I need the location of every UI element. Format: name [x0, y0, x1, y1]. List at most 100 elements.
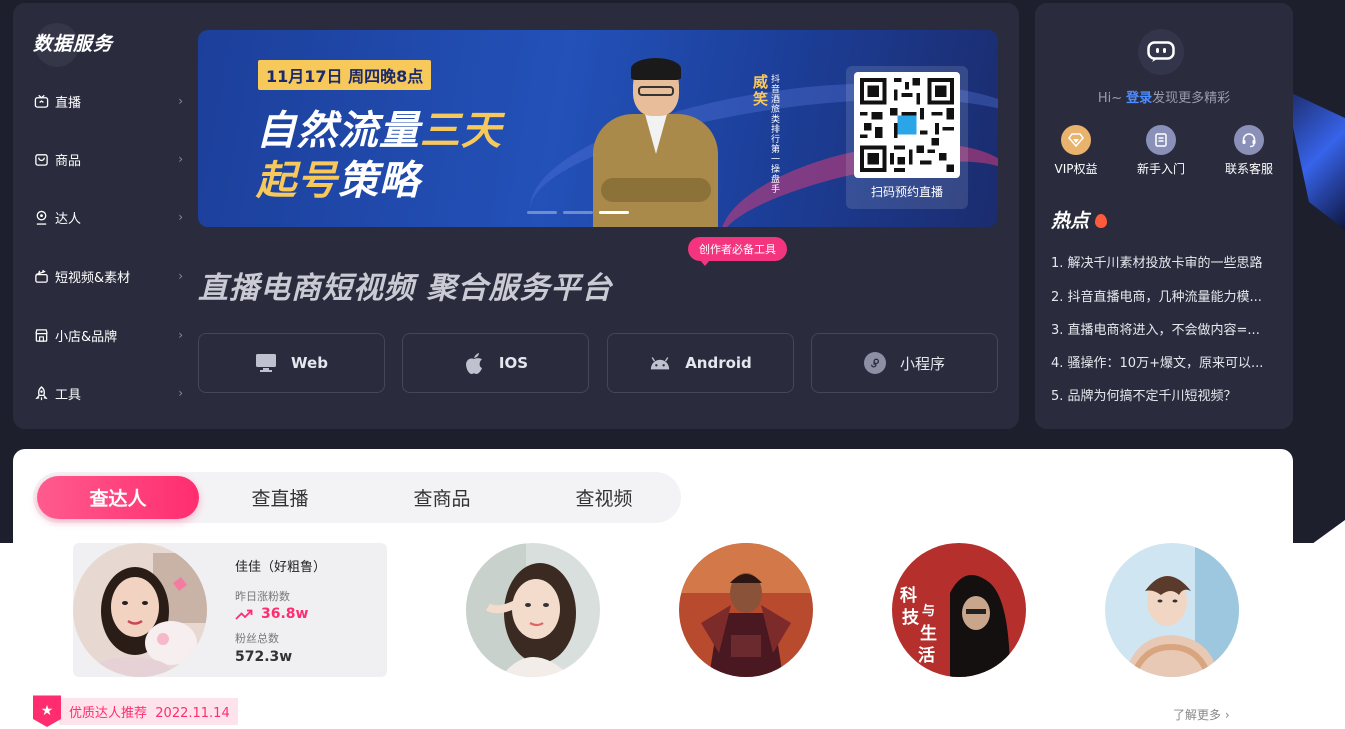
tab-products[interactable]: 查商品	[361, 476, 523, 519]
quick-link-label: VIP权益	[1054, 162, 1098, 176]
login-prompt: Hi~ 登录发现更多精彩	[1035, 87, 1293, 106]
sidebar-item-label: 商品	[55, 153, 82, 169]
speaker-photo	[593, 58, 718, 227]
influencer-avatar[interactable]: 科技与生活	[892, 543, 1026, 677]
speaker-role: 抖音酒旅类排行第一操盘手	[769, 74, 779, 194]
svg-text:与: 与	[922, 604, 935, 619]
user-panel: Hi~ 登录发现更多精彩 VIP权益 新手入门 联系客服 热点 1. 解决千川素材…	[1035, 3, 1293, 429]
hot-topics-title: 热点	[1051, 206, 1108, 233]
influencer-avatar[interactable]	[466, 543, 600, 677]
login-link[interactable]: 登录	[1126, 91, 1152, 106]
chevron-right-icon: ›	[178, 386, 183, 400]
qr-code-icon	[854, 72, 960, 178]
flame-icon	[1095, 214, 1108, 228]
background-decoration	[1285, 90, 1345, 230]
learn-more-link[interactable]: 了解更多 ›	[1173, 706, 1230, 723]
vip-benefits-link[interactable]: VIP权益	[1041, 125, 1111, 177]
search-tabs: 查达人 查直播 查商品 查视频	[33, 472, 681, 523]
live-tv-icon	[33, 93, 49, 109]
banner-pagination[interactable]	[527, 211, 629, 214]
monitor-icon	[255, 352, 277, 374]
beginner-guide-link[interactable]: 新手入门	[1126, 125, 1196, 177]
sidebar-item-short-video[interactable]: 短视频&素材 ›	[33, 261, 183, 291]
tab-live[interactable]: 查直播	[199, 476, 361, 519]
chevron-right-icon: ›	[178, 94, 183, 108]
sidebar-item-influencers[interactable]: 达人 ›	[33, 202, 183, 232]
growth-label: 昨日涨粉数	[235, 590, 290, 603]
customer-service-link[interactable]: 联系客服	[1214, 125, 1284, 177]
store-icon	[33, 327, 49, 343]
trend-up-icon	[235, 609, 253, 620]
hot-topic-item[interactable]: 1. 解决千川素材投放卡审的一些思路	[1051, 252, 1281, 271]
background-curve	[1290, 520, 1345, 560]
headset-icon	[1234, 125, 1264, 155]
banner-dot[interactable]	[563, 211, 593, 214]
platform-label: 小程序	[899, 354, 945, 373]
sidebar-item-tools[interactable]: 工具 ›	[33, 378, 183, 408]
platform-web-button[interactable]: Web	[198, 333, 385, 393]
sidebar-item-label: 工具	[55, 387, 82, 403]
mini-program-icon	[863, 352, 886, 374]
hot-topic-item[interactable]: 2. 抖音直播电商，几种流量能力模...	[1051, 286, 1281, 305]
platform-label: Web	[291, 354, 328, 372]
sidebar-item-products[interactable]: 商品 ›	[33, 144, 183, 174]
chatbot-icon	[1138, 29, 1184, 75]
search-card: 查达人 查直播 查商品 查视频 佳佳（好粗鲁） 昨日涨粉数 36.8w 粉丝总数…	[13, 449, 1293, 729]
influencer-avatar[interactable]	[73, 543, 207, 677]
platform-android-button[interactable]: Android	[607, 333, 794, 393]
android-icon	[649, 352, 671, 374]
banner-dot-active[interactable]	[599, 211, 629, 214]
svg-text:活: 活	[918, 645, 935, 666]
recommendation-text: 优质达人推荐 2022.11.14	[59, 697, 238, 725]
guide-book-icon	[1146, 125, 1176, 155]
chevron-right-icon: ›	[178, 152, 183, 166]
promo-banner[interactable]: 11月17日 周四晚8点 自然流量三天 起号策略 威笑 抖音酒旅类排行第一操盘手	[198, 30, 998, 227]
svg-text:生: 生	[920, 623, 937, 644]
hot-topic-item[interactable]: 3. 直播电商将进入，不会做内容=...	[1051, 319, 1281, 338]
quick-link-label: 联系客服	[1224, 162, 1273, 176]
sidebar-item-label: 直播	[55, 95, 82, 111]
apple-icon	[463, 352, 485, 374]
qr-code-box: 扫码预约直播	[846, 66, 968, 209]
main-panel: 数据服务 直播 › 商品 › 达人 › 短视频&素材 › 小店&品牌 › 工具 …	[13, 3, 1019, 429]
hot-topic-item[interactable]: 4. 骚操作：10万+爆文，原来可以...	[1051, 352, 1281, 371]
banner-title-line2: 起号策略	[256, 158, 420, 204]
banner-date: 11月17日 周四晚8点	[258, 60, 432, 90]
prompt-text: 发现更多精彩	[1152, 91, 1231, 106]
platform-ios-button[interactable]: IOS	[402, 333, 589, 393]
platform-miniprogram-button[interactable]: 小程序	[811, 333, 998, 393]
chevron-right-icon: ›	[1224, 708, 1230, 722]
banner-dot[interactable]	[527, 211, 557, 214]
svg-text:技: 技	[902, 607, 920, 628]
vip-diamond-icon	[1061, 125, 1091, 155]
chevron-right-icon: ›	[178, 269, 183, 283]
recommendation-badge: ★ 优质达人推荐 2022.11.14	[33, 695, 238, 727]
platform-label: IOS	[498, 354, 529, 372]
sidebar-item-label: 小店&品牌	[55, 329, 118, 345]
sidebar-item-stores[interactable]: 小店&品牌 ›	[33, 320, 183, 350]
svg-text:科: 科	[900, 585, 917, 606]
video-clapper-icon	[33, 268, 49, 284]
shopping-bag-icon	[33, 151, 49, 167]
sidebar-item-live[interactable]: 直播 ›	[33, 86, 183, 116]
chevron-right-icon: ›	[178, 328, 183, 342]
sidebar-item-label: 达人	[55, 211, 82, 227]
user-badge-icon	[33, 209, 49, 225]
platform-label: Android	[685, 354, 752, 372]
influencer-avatar[interactable]	[679, 543, 813, 677]
total-fans-label: 粉丝总数	[235, 632, 279, 645]
influencer-name: 佳佳（好粗鲁）	[235, 560, 327, 575]
quick-link-label: 新手入门	[1136, 162, 1185, 176]
total-fans-value: 572.3w	[235, 649, 293, 665]
sidebar-title: 数据服务	[33, 33, 114, 55]
tab-videos[interactable]: 查视频	[523, 476, 685, 519]
chevron-right-icon: ›	[178, 210, 183, 224]
creator-tag: 创作者必备工具	[688, 237, 787, 266]
hot-topic-item[interactable]: 5. 品牌为何搞不定千川短视频？	[1051, 385, 1281, 404]
star-shield-icon: ★	[33, 695, 61, 727]
qr-caption: 扫码预约直播	[870, 185, 943, 199]
influencer-avatar[interactable]	[1105, 543, 1239, 677]
tab-influencers[interactable]: 查达人	[37, 476, 199, 519]
rocket-icon	[33, 385, 49, 401]
platform-slogan: 直播电商短视频 聚合服务平台	[198, 271, 613, 306]
